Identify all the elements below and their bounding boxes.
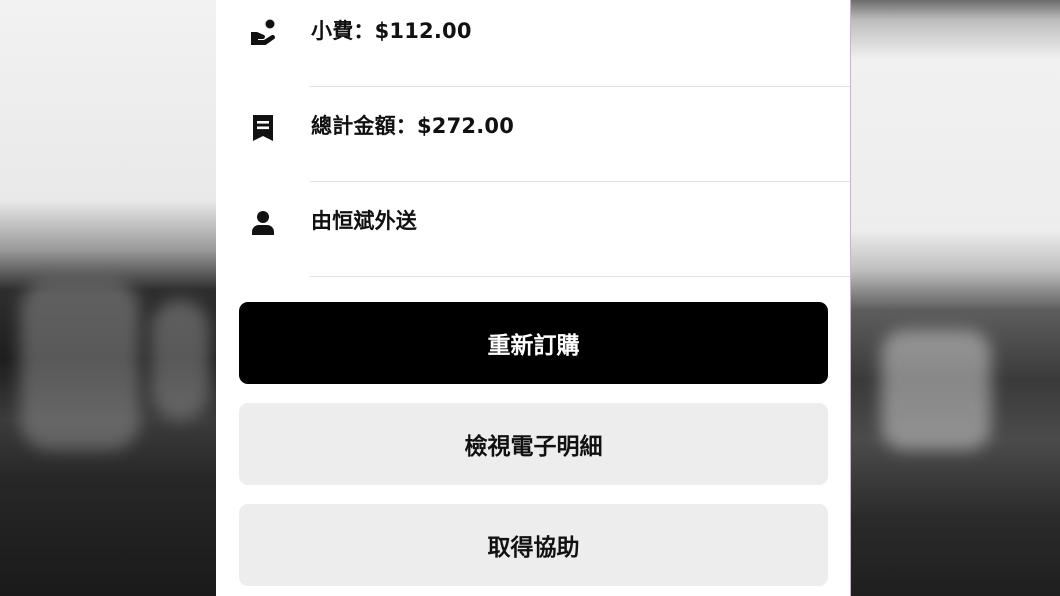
total-amount-text: 總計金額：$272.00 [311, 114, 515, 138]
total-row: 總計金額：$272.00 [216, 87, 850, 182]
order-detail-panel: 小費：$112.00 總計金額：$272.00 由恒斌外送 重新訂購 檢視電子明… [216, 0, 851, 596]
tip-hand-coin-icon [248, 18, 278, 48]
receipt-icon [248, 113, 278, 143]
courier-name-text: 由恒斌外送 [311, 209, 417, 233]
tip-amount-text: 小費：$112.00 [311, 19, 472, 43]
screenshot-stage: 小費：$112.00 總計金額：$272.00 由恒斌外送 重新訂購 檢視電子明… [0, 0, 1060, 596]
get-help-button[interactable]: 取得協助 [239, 504, 828, 586]
person-icon [248, 208, 278, 238]
tip-row: 小費：$112.00 [216, 0, 850, 87]
row-divider [310, 276, 850, 277]
blurred-background-left [0, 0, 216, 596]
courier-row: 由恒斌外送 [216, 182, 850, 277]
blurred-background-right [851, 0, 1060, 596]
reorder-button[interactable]: 重新訂購 [239, 302, 828, 384]
view-receipt-button[interactable]: 檢視電子明細 [239, 403, 828, 485]
